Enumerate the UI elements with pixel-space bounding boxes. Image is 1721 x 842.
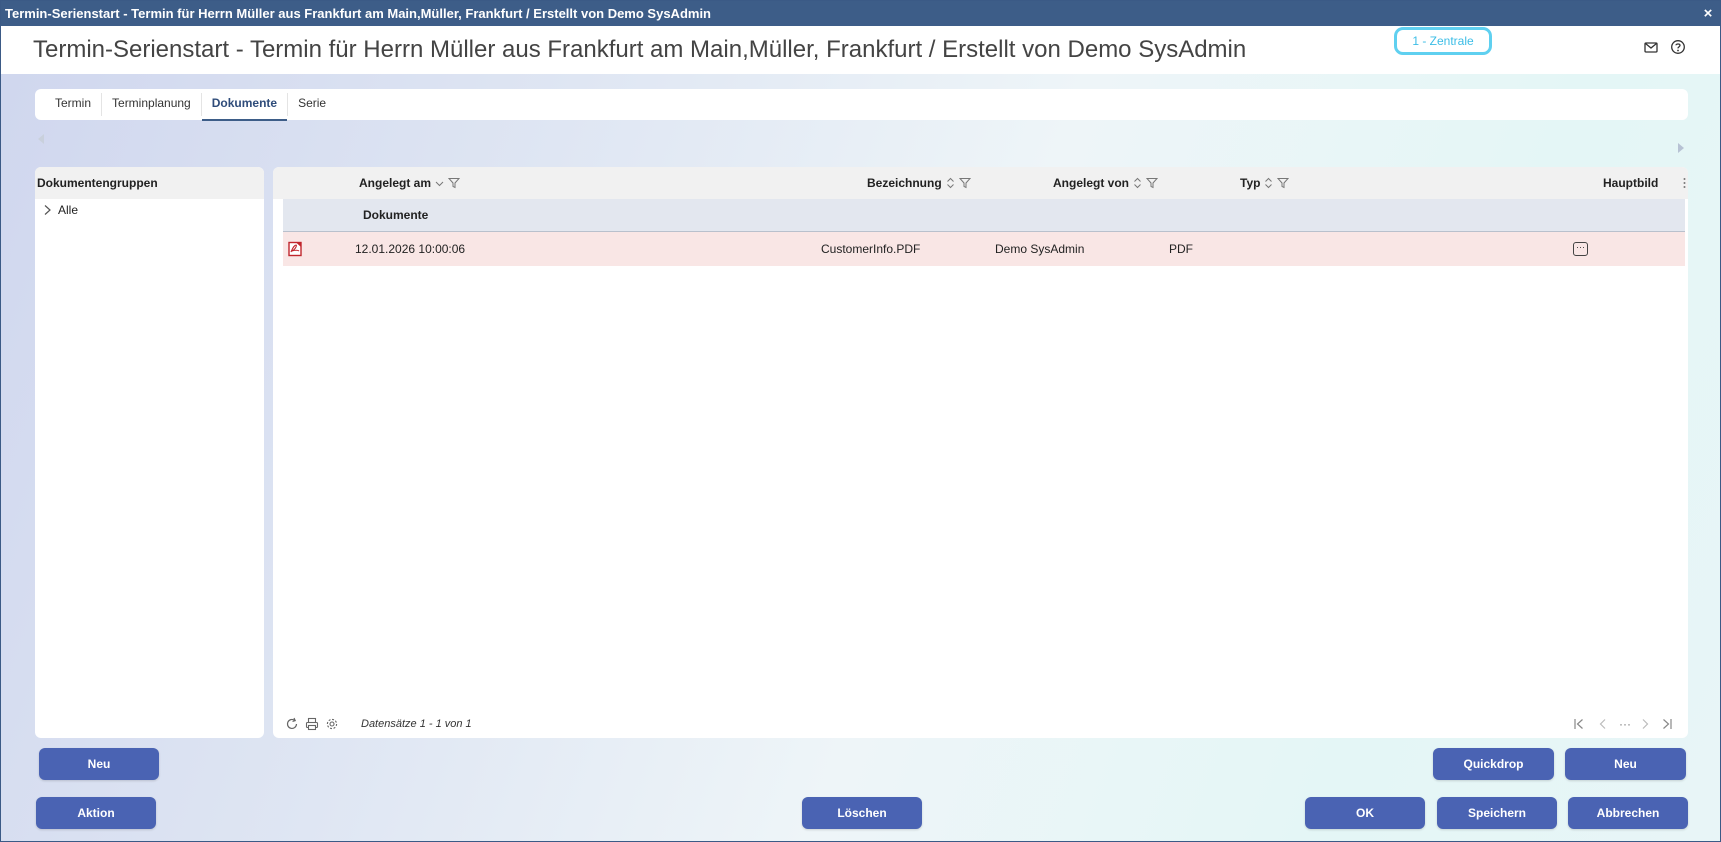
col-label: Hauptbild <box>1603 176 1659 190</box>
last-page-icon[interactable] <box>1661 717 1673 731</box>
records-count: Datensätze 1 - 1 von 1 <box>361 718 472 730</box>
grid-footer: Datensätze 1 - 1 von 1 ··· <box>273 710 1688 738</box>
filter-icon[interactable] <box>1277 177 1290 189</box>
action-button[interactable]: Aktion <box>36 797 156 829</box>
gear-icon[interactable] <box>325 717 339 731</box>
cancel-button[interactable]: Abbrechen <box>1568 797 1688 829</box>
col-label: Typ <box>1240 176 1261 190</box>
sort-icon[interactable] <box>1133 177 1142 189</box>
page-header: Termin-Serienstart - Termin für Herrn Mü… <box>1 26 1720 74</box>
close-icon[interactable]: × <box>1700 1 1716 26</box>
refresh-icon[interactable] <box>285 717 299 731</box>
scroll-left-icon[interactable] <box>38 134 44 144</box>
first-page-icon[interactable] <box>1573 717 1585 731</box>
document-groups-panel: Dokumentengruppen Alle <box>35 167 264 738</box>
window-title: Termin-Serienstart - Termin für Herrn Mü… <box>5 6 711 21</box>
tab-termin[interactable]: Termin <box>45 93 103 116</box>
cell-type: PDF <box>1169 242 1193 256</box>
cell-name: CustomerInfo.PDF <box>821 242 921 256</box>
table-row[interactable]: 12.01.2026 10:00:06 CustomerInfo.PDF Dem… <box>283 232 1685 266</box>
delete-button[interactable]: Löschen <box>802 797 922 829</box>
cell-created-at: 12.01.2026 10:00:06 <box>355 242 466 256</box>
filter-icon[interactable] <box>1146 177 1159 189</box>
row-more-button[interactable]: ··· <box>1573 242 1588 256</box>
col-bezeichnung[interactable]: Bezeichnung <box>867 167 971 199</box>
group-row-dokumente: Dokumente <box>283 199 1685 232</box>
tree-item-label: Alle <box>58 203 79 217</box>
filter-icon[interactable] <box>958 177 971 189</box>
grid-new-button[interactable]: Neu <box>1565 748 1686 780</box>
quickdrop-button[interactable]: Quickdrop <box>1433 748 1554 780</box>
documents-grid: Angelegt am Bezeichnung Angelegt von Typ <box>273 167 1688 738</box>
tree-item-alle[interactable]: Alle <box>35 199 264 221</box>
page-title: Termin-Serienstart - Termin für Herrn Mü… <box>33 36 1247 63</box>
pdf-file-icon <box>288 241 302 257</box>
col-angelegt-am[interactable]: Angelegt am <box>359 167 461 199</box>
grid-header: Angelegt am Bezeichnung Angelegt von Typ <box>273 167 1688 199</box>
ok-button[interactable]: OK <box>1305 797 1425 829</box>
col-hauptbild[interactable]: Hauptbild <box>1603 167 1658 199</box>
print-icon[interactable] <box>305 717 319 731</box>
document-groups-header: Dokumentengruppen <box>35 167 264 199</box>
cell-created-by: Demo SysAdmin <box>995 242 1085 256</box>
window-titlebar: Termin-Serienstart - Termin für Herrn Mü… <box>1 1 1720 26</box>
save-button[interactable]: Speichern <box>1437 797 1557 829</box>
prev-page-icon[interactable] <box>1597 717 1609 731</box>
tab-bar: Termin Terminplanung Dokumente Serie <box>35 89 1688 121</box>
column-menu-icon[interactable] <box>1683 177 1686 189</box>
branch-badge[interactable]: 1 - Zentrale <box>1394 27 1492 55</box>
groups-new-button[interactable]: Neu <box>39 748 159 780</box>
filter-icon[interactable] <box>448 177 461 189</box>
sort-icon[interactable] <box>1264 177 1273 189</box>
col-label: Angelegt von <box>1053 176 1130 190</box>
tab-terminplanung[interactable]: Terminplanung <box>102 93 202 116</box>
next-page-icon[interactable] <box>1639 717 1651 731</box>
sort-icon[interactable] <box>946 177 955 189</box>
sort-desc-icon[interactable] <box>435 179 444 188</box>
tab-serie[interactable]: Serie <box>288 93 336 116</box>
col-label: Angelegt am <box>359 176 432 190</box>
col-typ[interactable]: Typ <box>1240 167 1290 199</box>
col-label: Bezeichnung <box>867 176 942 190</box>
mail-icon[interactable] <box>1643 39 1659 55</box>
dialog-window: Termin-Serienstart - Termin für Herrn Mü… <box>0 0 1721 842</box>
scroll-right-icon[interactable] <box>1678 143 1684 153</box>
help-icon[interactable] <box>1670 39 1686 55</box>
chevron-right-icon[interactable] <box>43 204 52 216</box>
page-ellipsis[interactable]: ··· <box>1617 717 1633 731</box>
tab-dokumente[interactable]: Dokumente <box>201 93 289 121</box>
col-angelegt-von[interactable]: Angelegt von <box>1053 167 1159 199</box>
